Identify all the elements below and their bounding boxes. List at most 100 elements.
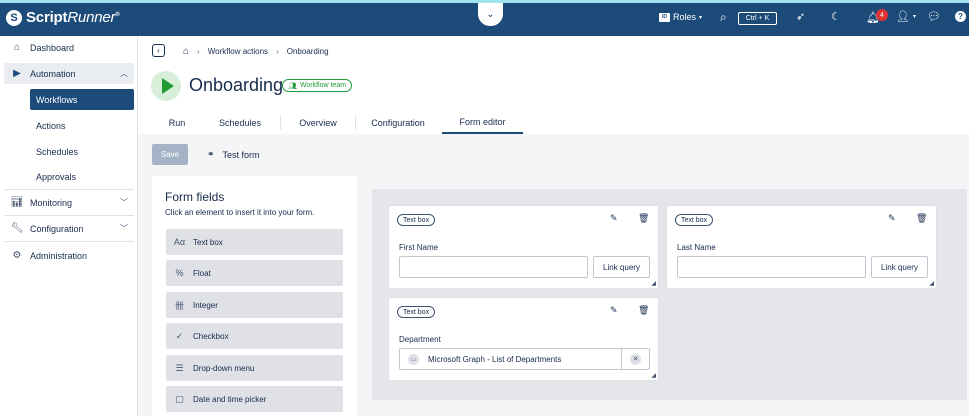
link-query-button[interactable]: Link query [593,256,650,278]
sidebar-divider [4,241,134,242]
breadcrumb-item-current: Onboarding [286,47,329,56]
chevron-down-icon: ⌄ [486,9,495,20]
first-name-input[interactable] [399,256,588,278]
sidebar-divider [4,215,134,216]
sidebar-item-actions[interactable]: Actions [30,115,134,136]
breadcrumb: ⌂ › Workflow actions › Onboarding [183,46,329,57]
last-name-input[interactable] [677,256,866,278]
form-card-first-name[interactable]: Text box ✎ 🗑︎ First Name Link query ◢ [388,205,659,289]
tab-run[interactable]: Run [152,112,202,134]
percent-icon: % [175,268,184,278]
tab-separator [355,116,356,130]
sidebar-item-configuration[interactable]: 🔧︎ Configuration ﹀ [4,218,134,239]
sidebar-item-schedules[interactable]: Schedules [30,141,134,162]
breadcrumb-separator: › [197,47,200,56]
chart-icon: 📊︎ [10,197,24,208]
logo-text: ScriptRunner® [26,9,120,26]
sidebar-item-workflows[interactable]: Workflows [30,89,134,110]
gear-icon: ⚙ [12,250,22,261]
resize-handle-icon[interactable]: ◢ [651,280,656,287]
sidebar: ⌂ Dashboard ▶ Automation ︿ Workflows Act… [0,36,138,416]
palette-item-integer[interactable]: 卌 Integer [166,292,343,318]
sidebar-item-monitoring[interactable]: 📊︎ Monitoring ﹀ [4,192,134,213]
pencil-icon[interactable]: ✎ [610,305,618,316]
sidebar-item-approvals[interactable]: Approvals [30,166,134,187]
caret-down-icon: ▾ [699,14,703,21]
sidebar-item-administration[interactable]: ⚙ Administration [4,245,134,266]
form-card-department[interactable]: Text box ✎ 🗑︎ Department ▭ Microsoft Gra… [388,297,659,381]
department-query-select[interactable]: ▭ Microsoft Graph - List of Departments … [399,348,650,370]
roles-menu[interactable]: ID Roles ▾ [659,12,702,22]
tab-form-editor[interactable]: Form editor [442,112,523,134]
select-value: Microsoft Graph - List of Departments [428,354,562,364]
form-fields-subtitle: Click an element to insert it into your … [165,208,315,217]
app-logo[interactable]: S ScriptRunner® [6,9,120,26]
team-icon: 👥︎ [288,82,297,90]
logo-icon: S [6,9,22,26]
home-icon: ⌂ [13,42,21,53]
field-label: Last Name [677,243,716,252]
resize-handle-icon[interactable]: ◢ [651,372,656,379]
top-bar: S ScriptRunner® ⌄ ID Roles ▾ ⌕ Ctrl + K … [0,3,969,36]
run-workflow-button[interactable] [151,71,181,101]
field-label: Department [399,335,441,344]
user-icon[interactable]: 👤︎ ▾ [896,10,916,23]
palette-item-checkbox[interactable]: ✓ Checkbox [166,323,343,349]
field-label: First Name [399,243,439,252]
pencil-icon[interactable]: ✎ [888,213,896,224]
close-icon: ✕ [630,353,641,365]
page-title: Onboarding [189,75,284,95]
roles-icon: ID [659,12,670,22]
team-badge: 👥︎ Workflow team [282,79,353,92]
link-query-button[interactable]: Link query [871,256,928,278]
search-icon[interactable]: ⌕ [720,10,727,25]
check-icon: ✓ [175,330,184,341]
save-button[interactable]: Save [152,144,188,165]
trash-icon[interactable]: 🗑︎ [638,213,649,224]
palette-item-float[interactable]: % Float [166,260,343,286]
test-icon: ⚭ [207,149,215,159]
list-icon: ☰ [175,362,184,373]
chevron-down-icon: ﹀ [120,224,128,233]
roles-label: Roles [673,12,697,22]
tab-schedules[interactable]: Schedules [210,112,270,134]
play-icon: ▶ [13,68,21,79]
tab-bar: Run Schedules Overview Configuration For… [152,112,969,134]
trash-icon[interactable]: 🗑︎ [638,305,649,316]
palette-item-date-time[interactable]: ▢ Date and time picker [166,386,343,412]
clear-selection-button[interactable]: ✕ [621,349,649,369]
search-shortcut[interactable]: Ctrl + K [738,12,777,25]
tab-overview[interactable]: Overview [288,112,348,134]
notification-count-badge: 4 [876,9,888,21]
chevron-down-icon: ﹀ [120,198,128,207]
moon-icon[interactable]: ☾ [831,10,841,23]
pencil-icon[interactable]: ✎ [610,213,618,224]
palette-item-text-box[interactable]: Aα Text box [166,229,343,255]
chevron-up-icon: ︿ [120,69,128,78]
tab-configuration[interactable]: Configuration [362,112,434,134]
sidebar-divider [4,189,134,190]
resize-handle-icon[interactable]: ◢ [929,280,934,287]
text-box-icon: Aα [173,237,186,247]
rocket-icon[interactable]: ➶ [796,10,805,23]
help-icon[interactable]: ? [955,11,966,22]
collapse-header-button[interactable]: ⌄ [478,3,503,26]
back-button[interactable]: ‹ [152,44,165,57]
sidebar-item-automation[interactable]: ▶ Automation ︿ [4,63,134,84]
chat-icon[interactable]: 💬︎ [927,10,941,23]
sidebar-item-dashboard[interactable]: ⌂ Dashboard [4,37,134,58]
calendar-icon: ▢ [175,393,184,404]
field-type-chip: Text box [397,306,436,318]
breadcrumb-item-workflow-actions[interactable]: Workflow actions [208,47,268,56]
tab-separator [280,116,281,130]
test-form-button[interactable]: ⚭ Test form [207,149,260,160]
palette-item-drop-down[interactable]: ☰ Drop-down menu [166,355,343,381]
form-fields-title: Form fields [165,190,225,204]
wrench-icon: 🔧︎ [10,223,24,234]
trash-icon[interactable]: 🗑︎ [916,213,927,224]
form-card-last-name[interactable]: Text box ✎ 🗑︎ Last Name Link query ◢ [666,205,937,289]
field-type-chip: Text box [397,214,436,226]
field-type-chip: Text box [675,214,714,226]
breadcrumb-separator: › [276,47,279,56]
breadcrumb-home-icon[interactable]: ⌂ [183,46,189,57]
